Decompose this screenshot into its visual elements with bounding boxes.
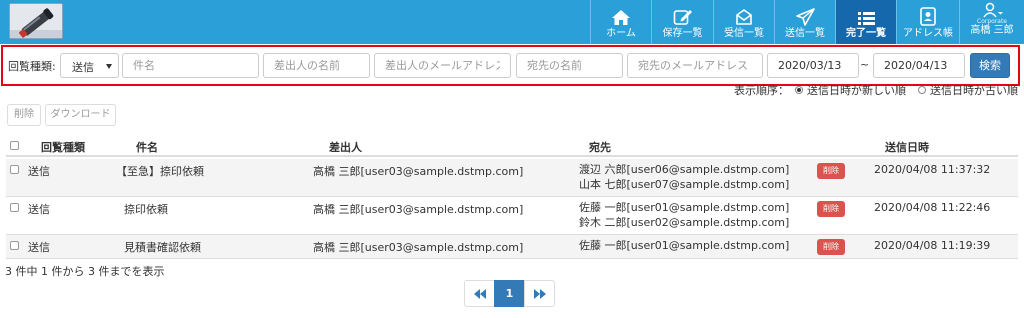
row-sent-at: 2020/04/08 11:37:32	[874, 163, 991, 176]
row-sender: 高橋 三郎[user03@sample.dstmp.com]	[313, 203, 524, 216]
nav-completed-list[interactable]: 完了一覧	[835, 0, 896, 44]
inbox-icon	[736, 9, 752, 25]
search-panel: 回覧種類: 送信 ~ 検索	[1, 45, 1020, 86]
page-1-button[interactable]: 1	[494, 280, 525, 307]
header-type: 回覧種類	[41, 141, 85, 154]
row-sent-at: 2020/04/08 11:19:39	[874, 239, 991, 252]
subject-input[interactable]	[122, 53, 259, 78]
row-type: 送信	[28, 241, 50, 254]
header-recipients: 宛先	[589, 141, 611, 154]
row-recipient: 山本 七郎[user07@sample.dstmp.com]	[579, 178, 790, 191]
nav-completed-list-label: 完了一覧	[846, 28, 886, 39]
row-recipient: 鈴木 二郎[user02@sample.dstmp.com]	[579, 216, 790, 229]
sort-oldest-radio[interactable]	[918, 86, 926, 94]
row-checkbox[interactable]	[10, 203, 19, 212]
nav-received-list[interactable]: 受信一覧	[713, 0, 774, 44]
pagination: 1	[464, 280, 555, 307]
nav-saved-list[interactable]: 保存一覧	[651, 0, 713, 44]
nav-user-menu[interactable]: Corporate 高橋 三郎	[959, 0, 1024, 44]
table-header: 回覧種類 件名 差出人 宛先 送信日時	[6, 137, 1018, 157]
row-sent-at: 2020/04/08 11:22:46	[874, 201, 991, 214]
next-page-button[interactable]	[524, 280, 555, 307]
row-subject[interactable]: 見積書確認依頼	[124, 239, 201, 255]
row-delete-button[interactable]: 削除	[817, 239, 845, 255]
nav-saved-list-label: 保存一覧	[662, 28, 703, 39]
nav-home[interactable]: ホーム	[590, 0, 651, 44]
nav-address-book-label: アドレス帳	[903, 28, 953, 39]
send-icon	[795, 8, 815, 26]
record-count-text: 3 件中 1 件から 3 件までを表示	[5, 265, 165, 278]
nav-home-label: ホーム	[606, 28, 636, 39]
nav-menu: ホーム 保存一覧 受信一覧 送信一覧 完了一覧 アドレス帳 Corporate …	[590, 0, 1024, 44]
table-row[interactable]: 送信 捺印依頼 高橋 三郎[user03@sample.dstmp.com] 佐…	[6, 197, 1018, 235]
search-button[interactable]: 検索	[970, 53, 1010, 78]
header-subject: 件名	[136, 141, 158, 154]
sort-newest-label[interactable]: 送信日時が新しい順	[807, 82, 906, 98]
sender-name-input[interactable]	[263, 53, 370, 78]
edit-icon	[673, 10, 692, 25]
double-chevron-right-icon	[533, 288, 546, 299]
nav-received-list-label: 受信一覧	[724, 28, 764, 39]
top-navbar: ホーム 保存一覧 受信一覧 送信一覧 完了一覧 アドレス帳 Corporate …	[0, 0, 1024, 44]
address-book-icon	[920, 7, 936, 26]
home-icon	[612, 10, 630, 25]
stamp-logo-icon	[10, 4, 62, 38]
row-recipient: 渡辺 六郎[user06@sample.dstmp.com]	[579, 163, 790, 176]
user-icon	[983, 2, 1003, 18]
download-button[interactable]: ダウンロード	[45, 104, 116, 126]
header-sender: 差出人	[329, 141, 362, 154]
date-to-input[interactable]	[873, 53, 965, 78]
circulation-type-select[interactable]: 送信	[60, 53, 119, 78]
row-checkbox[interactable]	[10, 241, 19, 250]
app-logo[interactable]	[9, 3, 63, 39]
sort-newest-radio[interactable]	[795, 86, 803, 94]
prev-page-button[interactable]	[464, 280, 495, 307]
table-row[interactable]: 送信 見積書確認依頼 高橋 三郎[user03@sample.dstmp.com…	[6, 235, 1018, 259]
table-row[interactable]: 送信 【至急】捺印依頼 高橋 三郎[user03@sample.dstmp.co…	[6, 159, 1018, 197]
date-from-input[interactable]	[767, 53, 859, 78]
circulation-type-label: 回覧種類:	[8, 60, 56, 73]
row-sender: 高橋 三郎[user03@sample.dstmp.com]	[313, 165, 524, 178]
nav-sent-list[interactable]: 送信一覧	[774, 0, 835, 44]
caret-down-icon	[106, 64, 112, 69]
date-range-separator: ~	[860, 58, 870, 71]
bulk-delete-button[interactable]: 削除	[7, 104, 41, 126]
sender-email-input[interactable]	[374, 53, 511, 78]
list-icon	[857, 12, 875, 25]
nav-sent-list-label: 送信一覧	[785, 28, 825, 39]
double-chevron-left-icon	[473, 288, 486, 299]
user-corp-label: Corporate	[977, 18, 1007, 25]
header-sent-at: 送信日時	[885, 141, 929, 154]
row-delete-button[interactable]: 削除	[817, 201, 845, 217]
sort-order: 表示順序： 送信日時が新しい順 送信日時が古い順	[734, 82, 1018, 98]
row-subject[interactable]: 捺印依頼	[124, 201, 168, 217]
nav-address-book[interactable]: アドレス帳	[896, 0, 959, 44]
row-recipient: 佐藤 一郎[user01@sample.dstmp.com]	[579, 201, 790, 214]
recipient-email-input[interactable]	[627, 53, 763, 78]
sort-oldest-label[interactable]: 送信日時が古い順	[930, 82, 1018, 98]
recipient-name-input[interactable]	[516, 53, 623, 78]
row-delete-button[interactable]: 削除	[817, 163, 845, 179]
row-checkbox[interactable]	[10, 165, 19, 174]
sort-order-label: 表示順序：	[734, 84, 789, 97]
user-name: 高橋 三郎	[970, 25, 1014, 36]
circulation-type-value: 送信	[72, 61, 94, 74]
row-recipient: 佐藤 一郎[user01@sample.dstmp.com]	[579, 239, 790, 252]
row-type: 送信	[28, 203, 50, 216]
row-type: 送信	[28, 165, 50, 178]
select-all-checkbox[interactable]	[10, 141, 19, 150]
row-sender: 高橋 三郎[user03@sample.dstmp.com]	[313, 241, 524, 254]
row-subject[interactable]: 【至急】捺印依頼	[116, 163, 204, 179]
